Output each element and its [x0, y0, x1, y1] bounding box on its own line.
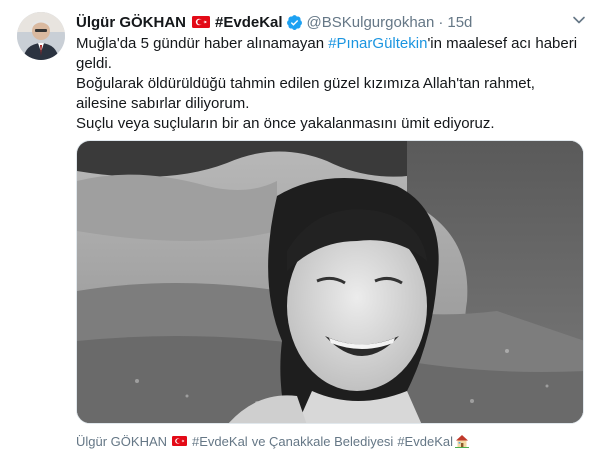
avatar[interactable] [17, 12, 65, 60]
tweet-line-2: Boğularak öldürüldüğü tahmin edilen güze… [76, 75, 535, 112]
separator-dot: · [438, 13, 444, 31]
footer-hashtag-2[interactable]: #EvdeKal [397, 434, 453, 449]
footer-name[interactable]: Ülgür GÖKHAN [76, 434, 167, 449]
author-hashtag: #EvdeKal [215, 13, 283, 31]
tweet-header: Ülgür GÖKHAN #EvdeKal @BSKulgurgokhan · … [76, 12, 591, 32]
tweet-footer: Ülgür GÖKHAN #EvdeKal ve Çanakkale Beled… [76, 432, 586, 450]
house-icon [454, 435, 469, 448]
turkey-flag-icon [172, 436, 188, 446]
tweet-line-3: Suçlu veya suçluların bir an önce yakala… [76, 115, 495, 132]
author-handle[interactable]: @BSKulgurgokhan [307, 14, 435, 31]
photo-image [77, 141, 583, 423]
author-name[interactable]: Ülgür GÖKHAN [76, 14, 186, 31]
avatar-portrait-icon [17, 12, 65, 60]
tweet-line-1: Muğla'da 5 gündür haber alınamayan #Pına… [76, 34, 581, 74]
footer-connector: ve Çanakkale Belediyesi [251, 433, 394, 449]
hashtag-link[interactable]: #PınarGültekin [328, 35, 427, 52]
tweet-text: Muğla'da 5 gündür haber alınamayan #Pına… [76, 34, 581, 134]
tweet-timestamp[interactable]: 15d [447, 14, 472, 31]
verified-badge-icon [286, 14, 302, 30]
chevron-down-icon[interactable] [571, 12, 587, 28]
tweet-card[interactable]: Ülgür GÖKHAN #EvdeKal @BSKulgurgokhan · … [0, 0, 601, 457]
tweet-text-segment: Muğla'da 5 gündür haber alınamayan [76, 35, 329, 52]
footer-hashtag-1[interactable]: #EvdeKal [192, 434, 248, 449]
turkey-flag-icon [192, 16, 210, 28]
tweet-photo[interactable] [76, 140, 584, 424]
